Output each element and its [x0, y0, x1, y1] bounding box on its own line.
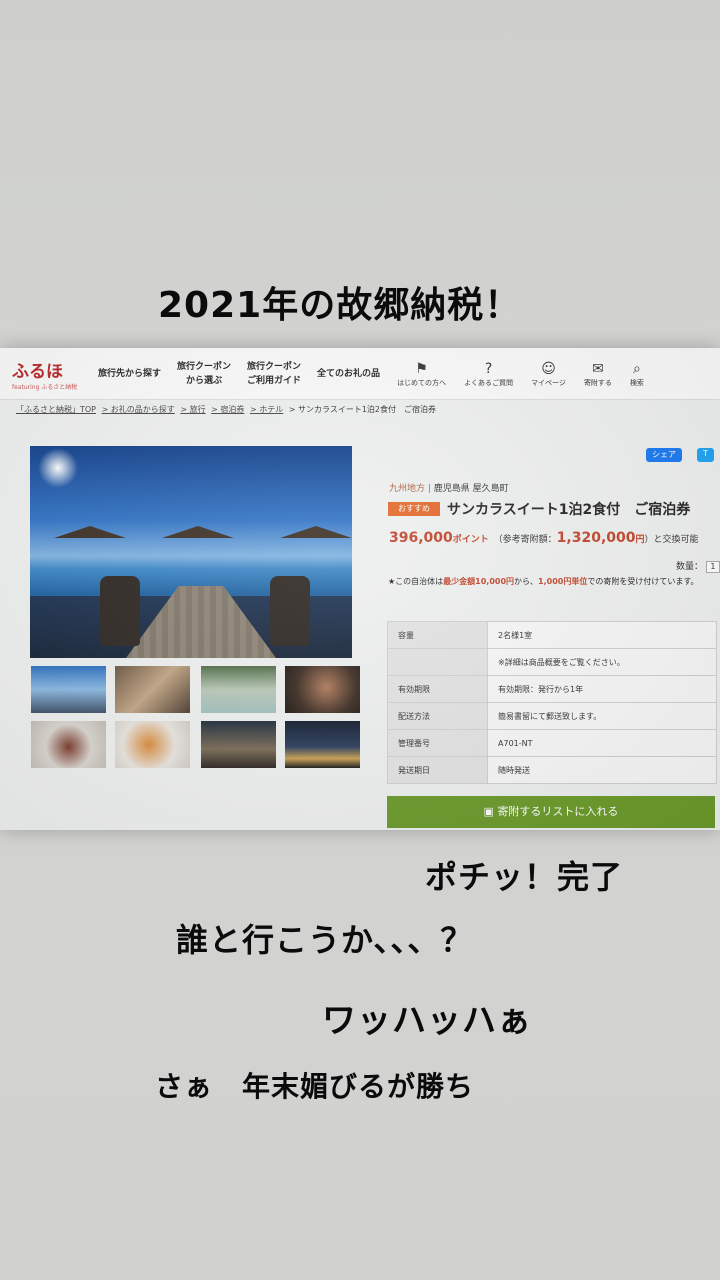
add-to-list-button[interactable]: ▣ 寄附するリストに入れる	[387, 796, 715, 828]
spec-value: ※詳細は商品概要をご覧ください。	[487, 648, 717, 676]
note-text-a: ★この自治体は	[388, 577, 444, 586]
header-search-label: 検索	[629, 378, 644, 387]
thumbnail-bath[interactable]	[201, 666, 276, 713]
spec-value: A701-NT	[487, 729, 717, 757]
price-line: 396,000ポイント （参考寄附額：1,320,000円）と交換可能	[389, 530, 699, 546]
header-donate-label: 寄附する	[583, 378, 612, 387]
spec-key: 管理番号	[387, 729, 488, 757]
twitter-label: T	[703, 449, 708, 458]
nav-all-gifts[interactable]: 全てのお礼の品	[309, 367, 388, 381]
add-to-list-label: 寄附するリストに入れる	[497, 805, 619, 818]
sun-glare	[38, 448, 78, 488]
table-row: 管理番号 A701-NT	[387, 729, 717, 757]
spec-value: 有効期限：発行から1年	[487, 675, 717, 703]
product-region: 九州地方 | 鹿児島県 屋久島町	[389, 484, 509, 494]
product-title: サンカラスイート1泊2食付 ご宿泊券	[447, 502, 691, 518]
logo-subtext: featuring ふるさと納税	[12, 383, 78, 391]
note-min-amount: 最少金額10,000円	[443, 577, 515, 586]
header-beginner-label: はじめての方へ	[397, 378, 447, 387]
logo-text: ふるほ	[12, 361, 63, 382]
header-mypage[interactable]: ☺ マイページ	[531, 360, 566, 388]
breadcrumb-travel[interactable]: > 旅行	[180, 405, 205, 414]
search-icon: ⌕	[633, 360, 641, 377]
parasol	[280, 526, 352, 538]
thumbnail-room[interactable]	[115, 666, 190, 713]
table-row: 発送期日 随時発送	[387, 756, 717, 784]
thumbnail-pool[interactable]	[31, 666, 106, 713]
exchange-text: ）と交換可能	[644, 535, 699, 545]
table-row: 配送方法 簡易書留にて郵送致します。	[387, 702, 717, 730]
faq-icon: ?	[484, 360, 493, 377]
share-label: シェア	[652, 450, 676, 459]
reference-label: （参考寄附額：	[493, 535, 557, 545]
donation-note: ★この自治体は最少金額10,000円から、1,000円単位での寄附を受け付けてい…	[388, 575, 720, 588]
prefecture-text: 鹿児島県 屋久島町	[433, 484, 509, 494]
spec-key: 有効期限	[387, 675, 488, 703]
site-header: ふるほ featuring ふるさと納税 旅行先から探す 旅行クーポン から選ぶ…	[0, 348, 720, 400]
note-text-c: から、	[514, 577, 539, 586]
thumbnail-spa[interactable]	[285, 666, 360, 713]
stone-urn	[100, 576, 140, 646]
thumbnail-dish-2[interactable]	[115, 721, 190, 768]
parasol	[162, 526, 234, 538]
story-caption-1: ポチッ！完了	[425, 858, 624, 896]
facebook-share-button[interactable]: シェア	[646, 448, 682, 462]
table-row: 容量 2名様1室	[387, 621, 717, 649]
header-faq-label: よくあるご質問	[464, 378, 514, 387]
recommend-badge: おすすめ	[388, 502, 440, 516]
breadcrumb-current: > サンカラスイート1泊2食付 ご宿泊券	[288, 405, 437, 414]
story-caption-2: 誰と行こうか、、、？	[176, 921, 474, 959]
header-faq[interactable]: ? よくあるご質問	[464, 360, 513, 388]
spec-key: 配送方法	[387, 702, 488, 730]
breadcrumb-hotel[interactable]: > ホテル	[250, 405, 283, 414]
spec-value: 簡易書留にて郵送致します。	[487, 702, 717, 730]
nav-coupon-select[interactable]: 旅行クーポン から選ぶ	[169, 360, 239, 388]
header-donate[interactable]: ✉ 寄附する	[584, 360, 612, 388]
spec-value: 2名様1室	[487, 621, 717, 649]
thumbnail-night[interactable]	[285, 721, 360, 768]
story-caption-4: さぁ 年末媚びるが勝ち	[155, 1070, 475, 1103]
breadcrumb-gifts[interactable]: > お礼の品から探す	[102, 405, 175, 414]
points-value: 396,000	[389, 530, 453, 546]
breadcrumb: 「ふるさと納税」TOP > お礼の品から探す > 旅行 > 宿泊券 > ホテル …	[16, 404, 439, 415]
reference-amount: 1,320,000	[556, 530, 636, 546]
spec-key: 発送期日	[387, 756, 488, 784]
twitter-share-button[interactable]: T	[697, 448, 714, 462]
points-unit: ポイント	[452, 535, 489, 545]
note-text-e: での寄附を受け付けています。	[587, 577, 699, 586]
quantity-label: 数量：	[676, 562, 704, 572]
monitor-screenshot: ふるほ featuring ふるさと納税 旅行先から探す 旅行クーポン から選ぶ…	[0, 348, 720, 830]
spec-value: 随時発送	[487, 756, 717, 784]
note-unit: 1,000円単位	[538, 577, 588, 586]
story-caption-3: ワッハッハぁ	[322, 1001, 532, 1041]
quantity-selector: 数量： 1	[676, 559, 720, 573]
cart-icon: ▣	[483, 805, 498, 818]
quantity-input[interactable]: 1	[705, 561, 720, 573]
breadcrumb-voucher[interactable]: > 宿泊券	[211, 405, 244, 414]
region-link[interactable]: 九州地方	[389, 484, 425, 494]
spec-key	[387, 648, 488, 676]
parasol	[54, 526, 126, 538]
header-beginner[interactable]: ⚑ はじめての方へ	[397, 360, 446, 388]
product-main-photo[interactable]	[30, 446, 352, 658]
stone-urn	[270, 576, 310, 646]
reference-unit: 円	[635, 535, 645, 545]
table-row: ※詳細は商品概要をご覧ください。	[387, 648, 717, 676]
donate-icon: ✉	[592, 360, 604, 377]
spec-key: 容量	[387, 621, 488, 649]
header-mypage-label: マイページ	[531, 378, 566, 387]
beginner-icon: ⚑	[415, 360, 428, 377]
breadcrumb-top[interactable]: 「ふるさと納税」TOP	[16, 405, 96, 414]
user-icon: ☺	[541, 360, 556, 377]
thumbnail-dish[interactable]	[31, 721, 106, 768]
header-search[interactable]: ⌕ 検索	[630, 360, 644, 388]
nav-search-destination[interactable]: 旅行先から探す	[90, 367, 169, 381]
site-logo[interactable]: ふるほ featuring ふるさと納税	[0, 348, 90, 400]
table-row: 有効期限 有効期限：発行から1年	[387, 675, 717, 703]
product-spec-table: 容量 2名様1室 ※詳細は商品概要をご覧ください。 有効期限 有効期限：発行から1年…	[387, 621, 717, 784]
nav-coupon-guide[interactable]: 旅行クーポン ご利用ガイド	[239, 360, 309, 388]
story-title: 2021年の故郷納税！	[158, 285, 522, 326]
thumbnail-lounge[interactable]	[201, 721, 276, 768]
